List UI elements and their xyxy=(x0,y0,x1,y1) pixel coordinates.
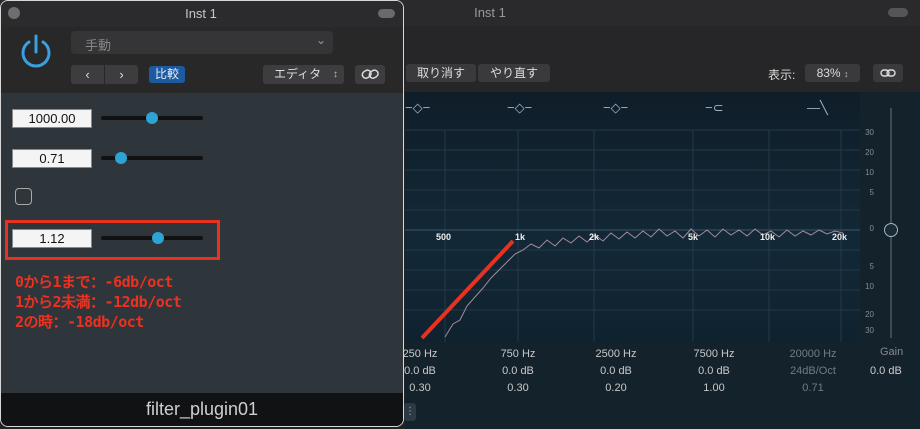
view-label: 表示: xyxy=(768,68,796,82)
slider-knob[interactable] xyxy=(146,112,158,124)
eq-window-title: Inst 1 xyxy=(474,5,506,20)
zoom-select[interactable]: 83% ↕ xyxy=(805,64,860,82)
annotation-note: 1から2未満：-12db/oct xyxy=(15,293,182,311)
band-q[interactable]: 1.00 xyxy=(674,380,754,397)
annotation-highlight-box xyxy=(5,220,220,260)
param-value-field[interactable]: 0.71 xyxy=(12,149,92,168)
editor-select[interactable]: エディタ ↕ xyxy=(263,65,344,84)
freq-label: 5k xyxy=(688,232,699,242)
freq-label: 2k xyxy=(589,232,600,242)
analyzer-curve xyxy=(444,228,844,338)
band-gain[interactable]: 0.0 dB xyxy=(674,363,754,380)
redo-button[interactable]: やり直す xyxy=(478,64,550,82)
gain-tick: 0 xyxy=(869,224,874,233)
param-slider[interactable] xyxy=(101,112,203,124)
plugin-window-pill-button[interactable] xyxy=(378,9,395,18)
preset-label: 手動 xyxy=(85,38,112,53)
param-slider[interactable] xyxy=(101,152,203,164)
gain-tick: 30 xyxy=(865,128,874,137)
band-3-params[interactable]: 2500 Hz 0.0 dB 0.20 xyxy=(576,346,656,397)
bell-filter-icon[interactable]: −◇− xyxy=(405,100,430,116)
link-icon xyxy=(361,69,379,79)
power-icon[interactable] xyxy=(17,33,55,71)
undo-button[interactable]: 取り消す xyxy=(406,64,476,82)
band-q[interactable]: 0.20 xyxy=(576,380,656,397)
zoom-value: 83% xyxy=(816,66,841,80)
band-q[interactable]: 0.71 xyxy=(773,380,853,397)
low-pass-icon[interactable]: —╲ xyxy=(807,100,828,116)
updown-chevron-icon: ↕ xyxy=(843,69,849,79)
band-gain[interactable]: 24dB/Oct xyxy=(773,363,853,380)
plugin-window-title: Inst 1 xyxy=(185,6,217,21)
band-gain[interactable]: 0.0 dB xyxy=(576,363,656,380)
editor-label: エディタ xyxy=(274,67,322,81)
close-button[interactable] xyxy=(8,7,20,19)
option-checkbox[interactable] xyxy=(15,188,32,205)
band-freq[interactable]: 20000 Hz xyxy=(773,346,853,363)
gain-tick: 5 xyxy=(869,262,874,271)
param-value-field[interactable]: 1000.00 xyxy=(12,109,92,128)
freq-label: 20k xyxy=(832,232,848,242)
plugin-window: Inst 1 手動 ⌄ ‹ › 比較 エディタ ↕ 1000.00 0.71 1… xyxy=(0,0,404,427)
eq-link-button[interactable] xyxy=(873,64,903,82)
plugin-titlebar: Inst 1 xyxy=(1,1,403,27)
band-gain[interactable]: 0.0 dB xyxy=(478,363,558,380)
freq-label: 500 xyxy=(436,232,452,242)
chevron-down-icon: ⌄ xyxy=(315,33,326,47)
prev-preset-button[interactable]: ‹ xyxy=(71,65,104,84)
band-freq[interactable]: 750 Hz xyxy=(478,346,558,363)
high-shelf-icon[interactable]: −⊂ xyxy=(705,100,723,116)
eq-window-pill-button[interactable] xyxy=(888,8,908,17)
gain-label: Gain xyxy=(880,346,904,358)
annotation-note: 2の時：-18db/oct xyxy=(15,313,144,331)
gain-tick: 20 xyxy=(865,310,874,319)
freq-label: 1k xyxy=(515,232,526,242)
annotation-note: 0から1まで：-6db/oct xyxy=(15,273,173,291)
updown-chevron-icon: ↕ xyxy=(333,69,338,80)
gain-slider-knob[interactable] xyxy=(884,223,898,237)
bell-filter-icon[interactable]: −◇− xyxy=(507,100,532,116)
gain-tick: 10 xyxy=(865,282,874,291)
gain-value[interactable]: 0.0 dB xyxy=(870,365,902,377)
eq-graph[interactable] xyxy=(405,92,860,342)
preset-select[interactable]: 手動 ⌄ xyxy=(71,31,333,54)
more-options-icon[interactable]: ⋮ xyxy=(404,403,416,421)
band-5-params[interactable]: 20000 Hz 24dB/Oct 0.71 xyxy=(773,346,853,397)
band-freq[interactable]: 7500 Hz xyxy=(674,346,754,363)
link-icon xyxy=(880,69,896,77)
plugin-name: filter_plugin01 xyxy=(145,399,259,419)
gain-tick: 20 xyxy=(865,148,874,157)
gain-tick: 30 xyxy=(865,326,874,335)
band-handles-row: −◇− −◇− −◇− −⊂ —╲ xyxy=(405,92,860,122)
band-freq[interactable]: 2500 Hz xyxy=(576,346,656,363)
gain-tick: 5 xyxy=(869,188,874,197)
bell-filter-icon[interactable]: −◇− xyxy=(603,100,628,116)
compare-button[interactable]: 比較 xyxy=(149,66,185,83)
link-button[interactable] xyxy=(355,65,385,84)
band-4-params[interactable]: 7500 Hz 0.0 dB 1.00 xyxy=(674,346,754,397)
band-2-params[interactable]: 750 Hz 0.0 dB 0.30 xyxy=(478,346,558,397)
band-q[interactable]: 0.30 xyxy=(478,380,558,397)
freq-label: 10k xyxy=(760,232,776,242)
gain-tick: 10 xyxy=(865,168,874,177)
next-preset-button[interactable]: › xyxy=(105,65,138,84)
